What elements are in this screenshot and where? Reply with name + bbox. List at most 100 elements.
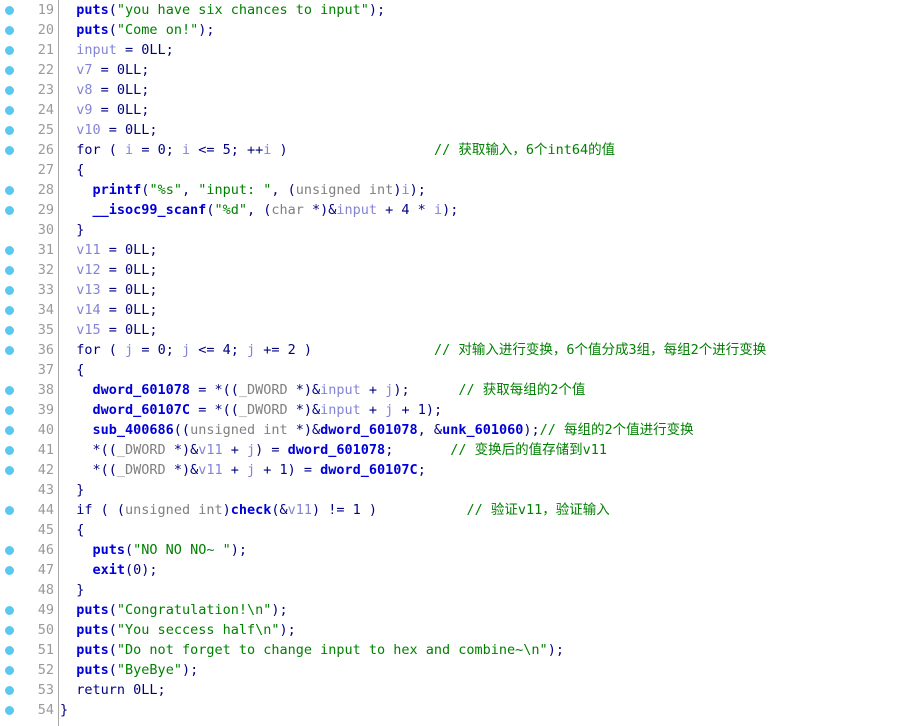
code-line[interactable]: printf("%s", "input: ", (unsigned int)i)… <box>60 180 900 200</box>
gutter-row[interactable]: 37 <box>0 360 58 380</box>
token-var[interactable]: v8 <box>76 82 92 98</box>
breakpoint-dot-icon[interactable] <box>5 626 14 635</box>
token-fn[interactable]: puts <box>93 542 126 558</box>
token-var[interactable]: v10 <box>76 122 100 138</box>
gutter-row[interactable]: 43 <box>0 480 58 500</box>
gutter-row[interactable]: 47 <box>0 560 58 580</box>
token-var[interactable]: v13 <box>76 282 100 298</box>
gutter-row[interactable]: 19 <box>0 0 58 20</box>
breakpoint-dot-icon[interactable] <box>5 306 14 315</box>
breakpoint-dot-icon[interactable] <box>5 706 14 715</box>
token-fn[interactable]: exit <box>93 562 126 578</box>
token-var[interactable]: v7 <box>76 62 92 78</box>
token-var[interactable]: input <box>320 402 361 418</box>
breakpoint-dot-icon[interactable] <box>5 186 14 195</box>
token-fn[interactable]: dword_601078 <box>288 442 386 458</box>
breakpoint-dot-icon[interactable] <box>5 246 14 255</box>
code-line[interactable]: input = 0LL; <box>60 40 900 60</box>
pseudocode-view[interactable]: 19 20 21 22 23 24 25 26 27 28 29 30 31 32 33 34 35 36 37 38… <box>0 0 900 726</box>
token-var[interactable]: i <box>401 182 409 198</box>
gutter-row[interactable]: 39 <box>0 400 58 420</box>
token-var[interactable]: j <box>247 342 255 358</box>
token-var[interactable]: j <box>182 342 190 358</box>
breakpoint-dot-icon[interactable] <box>5 26 14 35</box>
code-line[interactable]: v10 = 0LL; <box>60 120 900 140</box>
token-var[interactable]: j <box>125 342 133 358</box>
gutter-row[interactable]: 36 <box>0 340 58 360</box>
breakpoint-dot-icon[interactable] <box>5 686 14 695</box>
token-var[interactable]: v14 <box>76 302 100 318</box>
code-line[interactable]: v13 = 0LL; <box>60 280 900 300</box>
gutter-row[interactable]: 32 <box>0 260 58 280</box>
code-line[interactable]: if ( (unsigned int)check(&v11) != 1 ) //… <box>60 500 900 520</box>
token-var[interactable]: i <box>125 142 133 158</box>
gutter-row[interactable]: 35 <box>0 320 58 340</box>
gutter-row[interactable]: 23 <box>0 80 58 100</box>
token-var[interactable]: v12 <box>76 262 100 278</box>
token-fn[interactable]: puts <box>76 22 109 38</box>
token-var[interactable]: i <box>182 142 190 158</box>
code-line[interactable]: for ( j = 0; j <= 4; j += 2 ) // 对输入进行变换… <box>60 340 900 360</box>
gutter-row[interactable]: 20 <box>0 20 58 40</box>
code-line[interactable]: dword_601078 = *((_DWORD *)&input + j); … <box>60 380 900 400</box>
token-fn[interactable]: unk_601060 <box>442 422 523 438</box>
gutter-row[interactable]: 42 <box>0 460 58 480</box>
code-line[interactable]: } <box>60 700 900 720</box>
breakpoint-dot-icon[interactable] <box>5 666 14 675</box>
gutter-row[interactable]: 48 <box>0 580 58 600</box>
breakpoint-dot-icon[interactable] <box>5 66 14 75</box>
breakpoint-dot-icon[interactable] <box>5 546 14 555</box>
code-line[interactable]: } <box>60 220 900 240</box>
code-line[interactable]: __isoc99_scanf("%d", (char *)&input + 4 … <box>60 200 900 220</box>
token-var[interactable]: v11 <box>198 442 222 458</box>
breakpoint-dot-icon[interactable] <box>5 446 14 455</box>
gutter-row[interactable]: 22 <box>0 60 58 80</box>
code-line[interactable]: v8 = 0LL; <box>60 80 900 100</box>
breakpoint-dot-icon[interactable] <box>5 466 14 475</box>
code-line[interactable]: exit(0); <box>60 560 900 580</box>
code-line[interactable]: puts("ByeBye"); <box>60 660 900 680</box>
code-line[interactable]: for ( i = 0; i <= 5; ++i ) // 获取输入，6个int… <box>60 140 900 160</box>
code-line[interactable]: puts("Do not forget to change input to h… <box>60 640 900 660</box>
code-line[interactable]: v11 = 0LL; <box>60 240 900 260</box>
token-fn[interactable]: dword_601078 <box>320 422 418 438</box>
token-var[interactable]: j <box>247 462 255 478</box>
code-area[interactable]: puts("you have six chances to input"); p… <box>60 0 900 726</box>
code-line[interactable]: puts("you have six chances to input"); <box>60 0 900 20</box>
gutter-row[interactable]: 24 <box>0 100 58 120</box>
code-line[interactable]: puts("Come on!"); <box>60 20 900 40</box>
gutter-row[interactable]: 45 <box>0 520 58 540</box>
breakpoint-dot-icon[interactable] <box>5 406 14 415</box>
token-fn[interactable]: sub_400686 <box>93 422 174 438</box>
code-line[interactable]: { <box>60 360 900 380</box>
token-fn[interactable]: printf <box>93 182 142 198</box>
code-line[interactable]: { <box>60 160 900 180</box>
code-line[interactable]: puts("NO NO NO~ "); <box>60 540 900 560</box>
code-line[interactable]: *((_DWORD *)&v11 + j) = dword_601078; //… <box>60 440 900 460</box>
token-var[interactable]: j <box>247 442 255 458</box>
breakpoint-dot-icon[interactable] <box>5 606 14 615</box>
gutter-row[interactable]: 33 <box>0 280 58 300</box>
token-fn[interactable]: puts <box>76 642 109 658</box>
breakpoint-dot-icon[interactable] <box>5 346 14 355</box>
breakpoint-dot-icon[interactable] <box>5 286 14 295</box>
line-number-gutter[interactable]: 19 20 21 22 23 24 25 26 27 28 29 30 31 32 33 34 35 36 37 38… <box>0 0 59 726</box>
breakpoint-dot-icon[interactable] <box>5 86 14 95</box>
breakpoint-dot-icon[interactable] <box>5 566 14 575</box>
token-var[interactable]: v11 <box>198 462 222 478</box>
code-line[interactable]: } <box>60 480 900 500</box>
gutter-row[interactable]: 38 <box>0 380 58 400</box>
code-line[interactable]: { <box>60 520 900 540</box>
gutter-row[interactable]: 27 <box>0 160 58 180</box>
breakpoint-dot-icon[interactable] <box>5 206 14 215</box>
gutter-row[interactable]: 25 <box>0 120 58 140</box>
gutter-row[interactable]: 21 <box>0 40 58 60</box>
token-fn[interactable]: check <box>231 502 272 518</box>
code-line[interactable]: sub_400686((unsigned int *)&dword_601078… <box>60 420 900 440</box>
gutter-row[interactable]: 29 <box>0 200 58 220</box>
token-fn[interactable]: puts <box>76 2 109 18</box>
gutter-row[interactable]: 44 <box>0 500 58 520</box>
token-fn[interactable]: dword_601078 <box>93 382 191 398</box>
code-line[interactable]: dword_60107C = *((_DWORD *)&input + j + … <box>60 400 900 420</box>
token-fn[interactable]: dword_60107C <box>93 402 191 418</box>
